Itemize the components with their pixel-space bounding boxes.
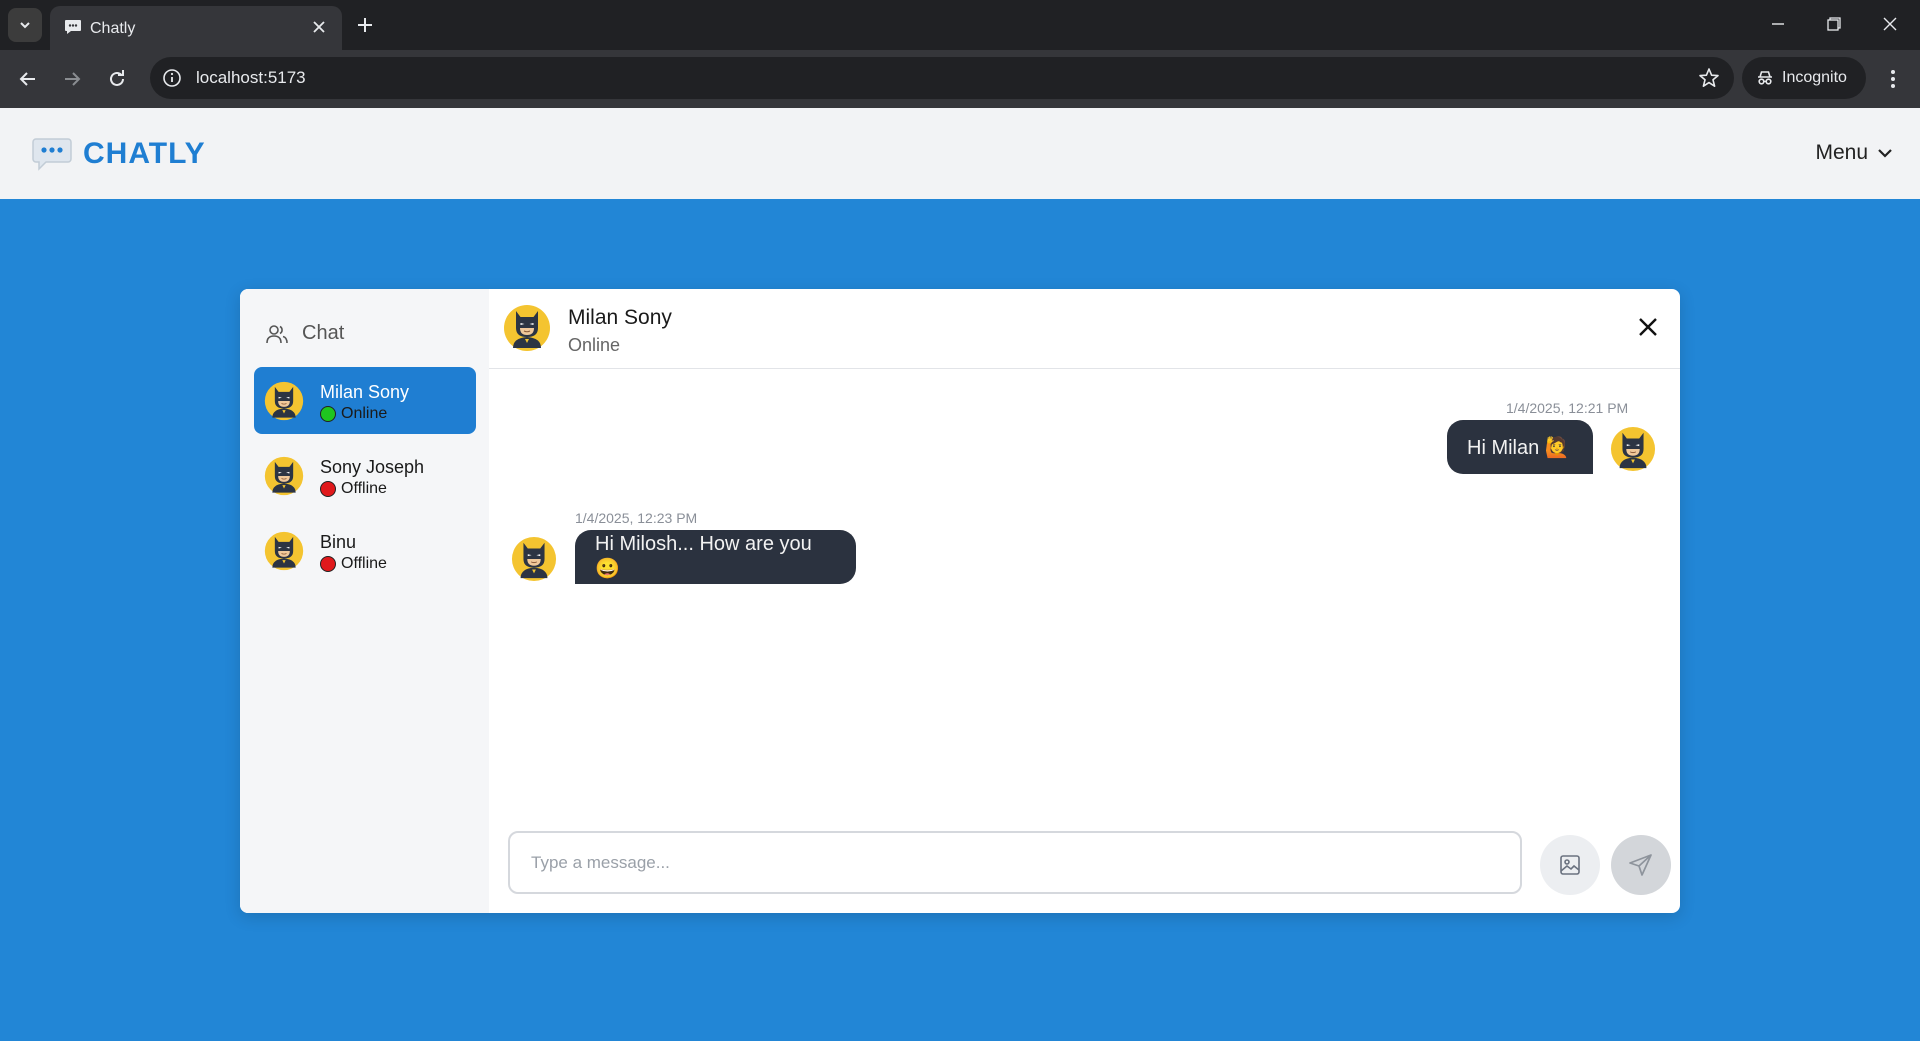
close-icon — [1639, 318, 1657, 336]
contact-status: Online — [320, 405, 387, 423]
conversation-contact-name: Milan Sony — [568, 306, 672, 329]
info-icon — [163, 69, 181, 87]
browser-tab-bar: Chatly — [0, 0, 1920, 50]
conversation-contact-status: Online — [568, 335, 621, 355]
tab-title: Chatly — [90, 20, 136, 37]
chevron-down-icon — [20, 22, 30, 29]
contact-status-label: Online — [341, 405, 388, 422]
incognito-label: Incognito — [1782, 69, 1847, 86]
sidebar-header: Chat — [266, 322, 344, 345]
send-button[interactable] — [1611, 835, 1671, 895]
reload-icon — [110, 70, 124, 86]
bookmark-star-icon[interactable] — [1698, 67, 1720, 89]
message-text: Hi Milan 🙋 — [1467, 436, 1570, 459]
restore-icon — [1827, 17, 1841, 31]
more-vertical-icon — [1891, 70, 1895, 88]
arrow-left-icon — [19, 72, 35, 86]
browser-toolbar: localhost:5173 Incognito — [0, 50, 1920, 108]
chat-window: Chat Milan Sony Online Sony Joseph Offli… — [240, 289, 1680, 913]
contact-item-milan-sony[interactable]: Milan Sony Online — [254, 367, 476, 434]
avatar — [503, 304, 551, 352]
incognito-indicator[interactable]: Incognito — [1742, 57, 1866, 99]
outgoing-message-bubble: Hi Milan 🙋 — [1447, 420, 1593, 474]
message-timestamp: 1/4/2025, 12:23 PM — [575, 510, 698, 526]
browser-menu-button[interactable] — [1878, 64, 1908, 94]
back-button[interactable] — [12, 63, 44, 95]
chat-bubble-icon — [32, 138, 72, 171]
chevron-down-icon — [1878, 149, 1892, 158]
tab-search-button[interactable] — [8, 8, 42, 42]
close-icon — [1883, 17, 1897, 31]
address-bar[interactable]: localhost:5173 — [150, 57, 1734, 99]
avatar — [1610, 426, 1656, 472]
chat-bubble-icon — [65, 20, 81, 34]
attach-image-button[interactable] — [1540, 835, 1600, 895]
sidebar-title: Chat — [302, 322, 345, 344]
new-tab-button[interactable] — [352, 12, 378, 38]
plus-icon — [358, 18, 372, 32]
minimize-icon — [1772, 23, 1784, 25]
incognito-icon — [1758, 71, 1772, 85]
contact-status-label: Offline — [341, 480, 387, 497]
offline-status-icon — [320, 556, 336, 572]
message-input[interactable] — [510, 833, 1520, 892]
contact-name: Sony Joseph — [320, 457, 425, 477]
forward-button[interactable] — [56, 63, 88, 95]
arrow-right-icon — [65, 72, 81, 86]
online-status-icon — [320, 406, 336, 422]
avatar — [264, 381, 304, 421]
menu-label: Menu — [1815, 141, 1868, 164]
avatar — [264, 531, 304, 571]
contact-name: Binu — [320, 532, 357, 552]
incoming-message-bubble: Hi Milosh... How are you😀 — [575, 530, 856, 584]
app-header: CHATLY Menu — [0, 108, 1920, 199]
contact-status-label: Offline — [341, 555, 387, 572]
contact-item-sony-joseph[interactable]: Sony Joseph Offline — [254, 442, 476, 509]
contact-status: Offline — [320, 480, 387, 498]
message-timestamp: 1/4/2025, 12:21 PM — [1506, 400, 1629, 416]
minimize-button[interactable] — [1758, 8, 1798, 40]
conversation-panel: Milan Sony Online 1/4/2025, 12:21 PM Hi … — [489, 289, 1680, 913]
reload-button[interactable] — [101, 63, 133, 95]
contact-name: Milan Sony — [320, 382, 410, 402]
app-logo[interactable]: CHATLY — [32, 137, 206, 171]
contact-status: Offline — [320, 555, 387, 573]
contacts-sidebar: Chat Milan Sony Online Sony Joseph Offli… — [240, 289, 489, 913]
send-icon — [1629, 854, 1652, 876]
url-text: localhost:5173 — [196, 68, 306, 87]
conversation-header: Milan Sony Online — [489, 289, 1680, 369]
tab-close-button[interactable] — [308, 16, 330, 38]
image-icon — [1560, 855, 1580, 875]
avatar — [264, 456, 304, 496]
close-chat-button[interactable] — [1634, 313, 1662, 341]
app-logo-text: CHATLY — [83, 137, 206, 170]
avatar — [511, 536, 557, 582]
users-icon — [266, 324, 288, 343]
contact-item-binu[interactable]: Binu Offline — [254, 517, 476, 584]
close-icon — [313, 21, 325, 33]
browser-tab[interactable]: Chatly — [50, 6, 342, 50]
message-input-wrapper — [508, 831, 1522, 894]
window-close-button[interactable] — [1870, 8, 1910, 40]
message-text: Hi Milosh... How are you😀 — [595, 533, 812, 580]
restore-button[interactable] — [1814, 8, 1854, 40]
menu-button[interactable]: Menu — [1815, 141, 1892, 165]
offline-status-icon — [320, 481, 336, 497]
